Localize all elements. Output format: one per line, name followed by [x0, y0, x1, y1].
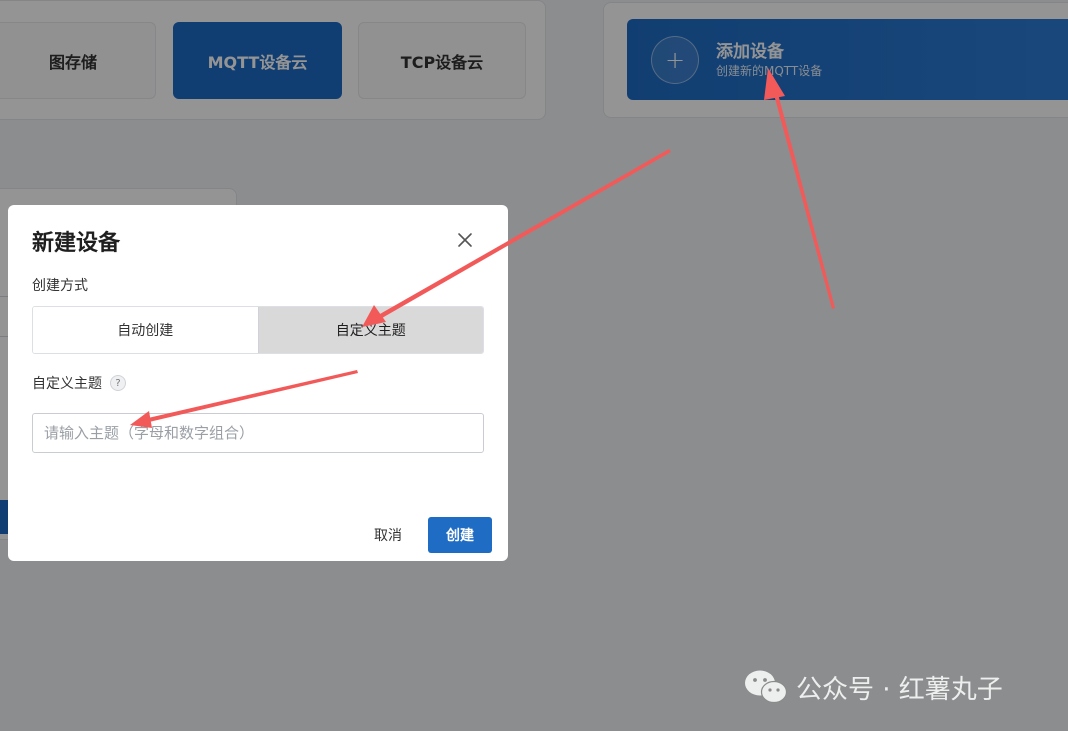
topic-input[interactable] — [32, 413, 484, 453]
custom-topic-option[interactable]: 自定义主题 — [257, 307, 483, 353]
creation-method-label: 创建方式 — [32, 278, 88, 294]
help-icon[interactable]: ? — [110, 375, 126, 391]
topic-label-row: 自定义主题 ? — [32, 373, 126, 393]
auto-create-option[interactable]: 自动创建 — [33, 307, 258, 353]
close-icon[interactable] — [454, 229, 476, 251]
watermark: 公众号 · 红薯丸子 — [744, 668, 1003, 706]
custom-topic-label: 自定义主题 — [32, 376, 102, 392]
create-button[interactable]: 创建 — [428, 517, 492, 553]
creation-method-group: 自动创建 自定义主题 — [32, 306, 484, 354]
watermark-text: 公众号 · 红薯丸子 — [796, 674, 1003, 705]
cancel-button[interactable]: 取消 — [358, 517, 418, 553]
wechat-icon — [745, 670, 788, 704]
dialog-title: 新建设备 — [32, 231, 121, 256]
new-device-dialog: 新建设备 创建方式 自动创建 自定义主题 自定义主题 ? 取消 创建 — [8, 205, 508, 561]
